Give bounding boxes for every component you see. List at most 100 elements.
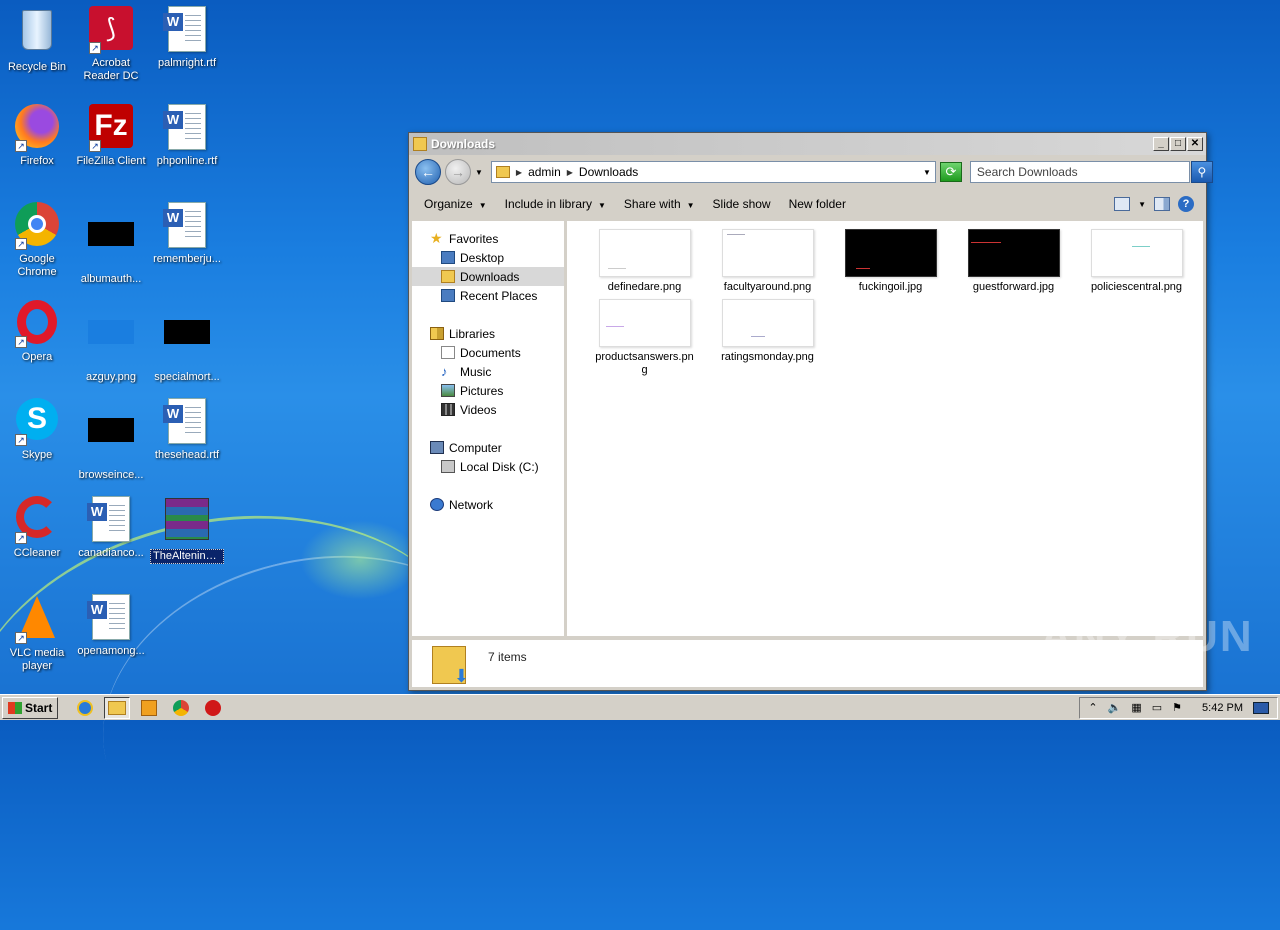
taskbar-explorer[interactable] — [104, 696, 131, 719]
file-item[interactable]: policiescentral.png — [1075, 229, 1198, 299]
share-with-button[interactable]: Share with ▼ — [615, 194, 704, 214]
nav-computer[interactable]: Computer — [412, 438, 564, 457]
forward-button[interactable]: → — [445, 159, 471, 185]
image-thumbnail-icon — [598, 229, 691, 277]
nav-downloads[interactable]: Downloads — [412, 267, 564, 286]
file-item[interactable]: productsanswers.png — [583, 299, 706, 379]
breadcrumb-admin[interactable]: admin — [528, 165, 561, 179]
new-folder-button[interactable]: New folder — [780, 194, 855, 214]
window-titlebar[interactable]: Downloads _ □ ✕ — [409, 133, 1206, 155]
desktop-icon-openamong[interactable]: W openamong... — [74, 594, 148, 658]
desktop-icon-firefox[interactable]: ↗ Firefox — [0, 104, 74, 168]
folder-icon — [108, 700, 127, 715]
filezilla-icon: Fz ↗ — [87, 104, 135, 152]
taskbar-antivirus[interactable] — [200, 697, 226, 719]
taskbar-internet-explorer[interactable] — [72, 697, 98, 719]
nav-music[interactable]: ♪ Music — [412, 362, 564, 381]
item-count: 7 items — [488, 650, 527, 664]
start-button[interactable]: Start — [2, 696, 59, 719]
breadcrumb-separator-icon[interactable]: ▶ — [567, 168, 573, 177]
maximize-button[interactable]: □ — [1170, 137, 1186, 151]
desktop-icon-ccleaner[interactable]: ↗ CCleaner — [0, 496, 74, 560]
organize-button[interactable]: Organize ▼ — [415, 194, 496, 214]
nav-network[interactable]: Network — [412, 495, 564, 514]
file-list[interactable]: definedare.png facultyaround.png fucking… — [567, 221, 1203, 636]
refresh-button[interactable]: ⟳ — [939, 162, 962, 182]
image-thumbnail-icon — [844, 229, 937, 277]
view-options-dropdown-icon[interactable]: ▼ — [1138, 200, 1146, 209]
desktop-icon-canadianco[interactable]: W canadianco... — [74, 496, 148, 560]
file-item[interactable]: definedare.png — [583, 229, 706, 299]
back-button[interactable]: ← — [415, 159, 441, 185]
breadcrumb-downloads[interactable]: Downloads — [579, 165, 638, 179]
downloads-folder-icon — [432, 646, 469, 687]
explorer-window[interactable]: Downloads _ □ ✕ ← → ▼ ▶ admin ▶ Download… — [408, 132, 1213, 691]
nav-favorites[interactable]: ★ Favorites — [412, 229, 564, 248]
desktop-icon-recycle-bin[interactable]: Recycle Bin — [0, 6, 74, 74]
show-desktop-icon[interactable] — [1253, 701, 1269, 714]
preview-pane-icon[interactable] — [1154, 197, 1170, 211]
vlc-icon: ↗ — [13, 596, 61, 644]
explorer-body: ★ Favorites Desktop Downloads Recent Pla… — [412, 221, 1203, 636]
recent-pages-dropdown-icon[interactable]: ▼ — [475, 168, 483, 177]
desktop-icon-palmright[interactable]: W palmright.rtf — [150, 6, 224, 70]
help-icon[interactable]: ? — [1178, 196, 1194, 212]
search-placeholder: Search Downloads — [976, 165, 1078, 179]
search-input[interactable]: Search Downloads ⚲ — [969, 161, 1213, 183]
volume-icon[interactable]: 🔈 — [1108, 701, 1122, 714]
desktop-icon-rememberju[interactable]: W rememberju... — [150, 202, 224, 266]
breadcrumb-separator-icon[interactable]: ▶ — [516, 168, 522, 177]
desktop-icon-filezilla[interactable]: Fz ↗ FileZilla Client — [74, 104, 148, 168]
taskbar-chrome[interactable] — [168, 697, 194, 719]
nav-documents[interactable]: Documents — [412, 343, 564, 362]
desktop-icon-opera[interactable]: ↗ Opera — [0, 300, 74, 364]
winrar-archive-icon — [163, 498, 211, 546]
desktop-icon-thealtening-zip[interactable]: TheAltening.zip — [150, 496, 224, 564]
change-view-icon[interactable] — [1114, 197, 1131, 211]
show-hidden-icons-icon[interactable]: ⌃ — [1088, 701, 1097, 714]
watermark-logo: ANY RUN — [1040, 612, 1254, 661]
action-center-flag-icon[interactable]: ⚑ — [1172, 701, 1182, 714]
network-tray-icon[interactable]: ▦ — [1131, 701, 1141, 714]
nav-pictures[interactable]: Pictures — [412, 381, 564, 400]
search-icon: ⚲ — [1197, 165, 1207, 179]
close-button[interactable]: ✕ — [1187, 137, 1203, 151]
nav-local-disk[interactable]: Local Disk (C:) — [412, 457, 564, 476]
clock[interactable]: 5:42 PM — [1202, 702, 1243, 714]
desktop-icon-azguy[interactable]: azguy.png — [74, 300, 148, 384]
videos-icon — [441, 403, 455, 416]
nav-desktop[interactable]: Desktop — [412, 248, 564, 267]
desktop-icon-vlc[interactable]: ↗ VLC media player — [0, 594, 74, 673]
desktop-icon-skype[interactable]: S ↗ Skype — [0, 398, 74, 462]
desktop-icon-specialmort[interactable]: specialmort... — [150, 300, 224, 384]
file-item[interactable]: guestforward.jpg — [952, 229, 1075, 299]
search-button[interactable]: ⚲ — [1190, 161, 1213, 183]
desktop-icon-phponline[interactable]: W phponline.rtf — [150, 104, 224, 168]
desktop-icon-albumauth[interactable]: albumauth... — [74, 202, 148, 286]
desktop-icon-browseince[interactable]: browseince... — [74, 398, 148, 482]
battery-icon[interactable]: ▭ — [1152, 701, 1162, 714]
internet-explorer-icon — [77, 699, 94, 716]
address-bar[interactable]: ▶ admin ▶ Downloads ▼ — [490, 161, 936, 183]
word-document-icon: W — [163, 398, 211, 446]
acrobat-icon: ⟆ ↗ — [87, 6, 135, 54]
navigation-pane[interactable]: ★ Favorites Desktop Downloads Recent Pla… — [412, 221, 567, 636]
desktop-icon-google-chrome[interactable]: ↗ Google Chrome — [0, 202, 74, 279]
nav-recent-places[interactable]: Recent Places — [412, 286, 564, 305]
address-dropdown-icon[interactable]: ▼ — [923, 168, 931, 177]
file-item[interactable]: facultyaround.png — [706, 229, 829, 299]
desktop-icon-thesehead[interactable]: W thesehead.rtf — [150, 398, 224, 462]
include-in-library-button[interactable]: Include in library ▼ — [496, 194, 615, 214]
file-item[interactable]: ratingsmonday.png — [706, 299, 829, 369]
antivirus-icon — [205, 699, 222, 716]
desktop-icon-acrobat-reader[interactable]: ⟆ ↗ Acrobat Reader DC — [74, 6, 148, 83]
nav-libraries[interactable]: Libraries — [412, 324, 564, 343]
taskbar-media-player[interactable] — [136, 697, 162, 719]
file-item[interactable]: fuckingoil.jpg — [829, 229, 952, 299]
minimize-button[interactable]: _ — [1153, 137, 1169, 151]
slide-show-button[interactable]: Slide show — [704, 194, 780, 214]
nav-videos[interactable]: Videos — [412, 400, 564, 419]
music-icon: ♪ — [441, 364, 448, 379]
image-thumbnail-icon — [87, 418, 135, 466]
chevron-down-icon: ▼ — [478, 201, 487, 210]
